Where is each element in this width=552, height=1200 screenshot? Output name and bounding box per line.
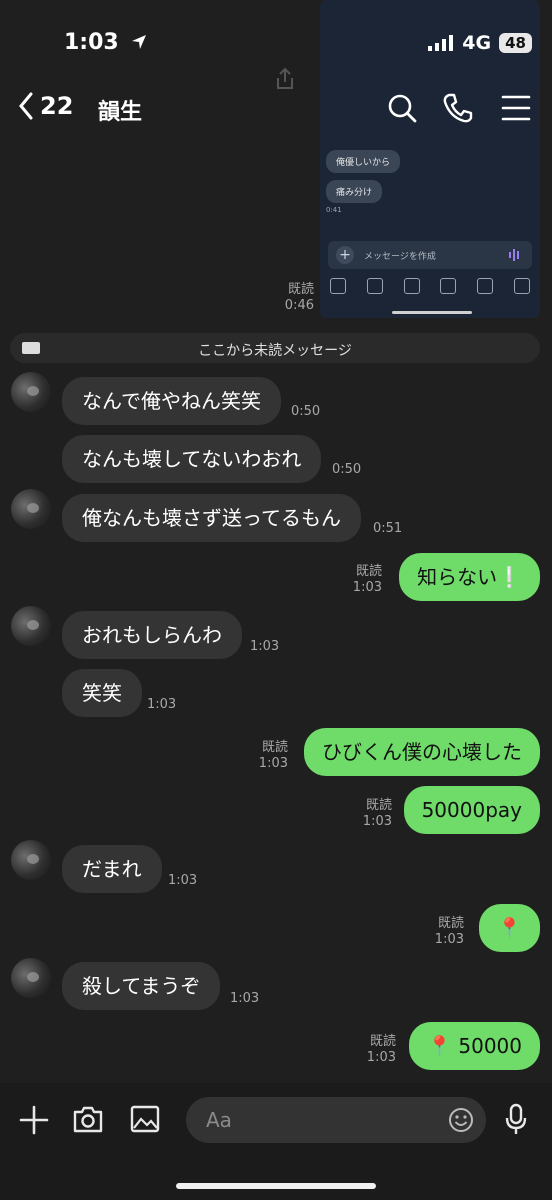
plus-icon[interactable]: [18, 1104, 50, 1136]
unread-label: ここから未読メッセージ: [198, 343, 352, 359]
battery-level: 48: [499, 33, 532, 53]
time-label: 1:03: [250, 639, 280, 654]
embedded-time: 0:41: [326, 206, 342, 214]
unread-divider: ここから未読メッセージ: [10, 333, 540, 363]
time-label: 1:03: [366, 1050, 396, 1065]
embedded-refresh-icon: [403, 278, 420, 294]
read-label: 既読: [365, 798, 392, 813]
read-label: 既読: [355, 564, 382, 579]
status-right: 4G 48: [428, 32, 532, 54]
incoming-bubble[interactable]: 笑笑: [62, 669, 142, 717]
time-label: 1:03: [147, 697, 177, 712]
avatar[interactable]: [11, 840, 51, 880]
incoming-bubble[interactable]: なんも壊してないわおれ: [62, 435, 322, 483]
message-input-placeholder: Aa: [206, 1108, 232, 1132]
share-icon[interactable]: [272, 66, 298, 92]
time-label: 1:03: [362, 814, 392, 829]
time-label: 1:03: [168, 873, 198, 888]
embedded-home-icon: [330, 278, 346, 294]
incoming-bubble[interactable]: 殺してまうぞ: [62, 962, 221, 1010]
signal-icon: [428, 35, 454, 51]
incoming-bubble[interactable]: おれもしらんわ: [62, 611, 242, 659]
chevron-left-icon: [19, 92, 33, 120]
network-type: 4G: [462, 32, 492, 54]
time-label: 0:50: [291, 404, 321, 419]
embedded-search-icon: [366, 278, 383, 294]
home-indicator: [176, 1183, 376, 1189]
read-label: 既読: [437, 916, 464, 931]
message-meta: 既読 1:03: [367, 1034, 396, 1066]
embedded-composer-placeholder: メッセージを作成: [364, 252, 436, 262]
read-label: 既読: [261, 740, 288, 755]
time-label: 1:03: [434, 932, 464, 947]
message-meta: 既読 1:03: [353, 564, 382, 596]
embedded-bubble: 俺優しいから: [326, 150, 401, 173]
embedded-bell-icon: [477, 278, 494, 294]
message-meta: 既読 1:03: [259, 740, 288, 772]
incoming-bubble[interactable]: 俺なんも壊さず送ってるもん: [62, 494, 361, 542]
incoming-bubble[interactable]: なんで俺やねん笑笑: [62, 377, 281, 425]
embedded-composer: + メッセージを作成: [328, 241, 532, 269]
embedded-voice-icon: [509, 249, 519, 261]
read-label: 既読: [369, 1034, 396, 1049]
avatar[interactable]: [11, 606, 51, 646]
chat-title: 韻生: [98, 100, 143, 125]
embedded-play-icon: [440, 278, 457, 294]
microphone-icon[interactable]: [504, 1103, 528, 1135]
menu-icon[interactable]: [500, 92, 532, 124]
phone-icon[interactable]: [442, 92, 474, 124]
camera-icon[interactable]: [72, 1104, 104, 1134]
avatar[interactable]: [11, 489, 51, 529]
time-label: 0:46: [284, 298, 314, 313]
embedded-tab-bar: [330, 278, 530, 294]
message-input[interactable]: Aa: [186, 1097, 486, 1143]
time-label: 1:03: [258, 756, 288, 771]
time-label: 1:03: [230, 991, 260, 1006]
time-label: 1:03: [352, 580, 382, 595]
location-arrow-icon: [132, 35, 147, 49]
unread-count: 22: [40, 92, 74, 120]
outgoing-bubble[interactable]: 📍 50000: [409, 1022, 540, 1070]
outgoing-bubble[interactable]: 知らない❕: [399, 553, 540, 601]
message-meta: 既読 0:46: [285, 282, 314, 314]
embedded-bubble: 痛み分け: [326, 180, 383, 203]
embedded-mail-icon: [513, 278, 530, 294]
outgoing-bubble[interactable]: 📍: [479, 904, 540, 952]
back-button[interactable]: 22: [18, 92, 73, 120]
message-meta: 既読 1:03: [363, 798, 392, 830]
clock: 1:03: [64, 30, 119, 55]
time-label: 0:51: [373, 521, 403, 536]
embedded-plus-icon: +: [336, 246, 354, 264]
status-time: 1:03: [64, 30, 148, 55]
outgoing-bubble[interactable]: ひびくん僕の心壊した: [304, 728, 540, 776]
incoming-bubble[interactable]: だまれ: [62, 845, 162, 893]
avatar[interactable]: [11, 958, 51, 998]
image-icon[interactable]: [130, 1104, 160, 1134]
time-label: 0:50: [332, 462, 362, 477]
outgoing-bubble[interactable]: 50000pay: [403, 786, 540, 834]
read-label: 既読: [287, 282, 314, 297]
avatar[interactable]: [11, 372, 51, 412]
embedded-home-indicator: [392, 311, 472, 314]
emoji-icon[interactable]: [448, 1107, 474, 1133]
search-icon[interactable]: [386, 92, 418, 124]
message-meta: 既読 1:03: [435, 916, 464, 948]
